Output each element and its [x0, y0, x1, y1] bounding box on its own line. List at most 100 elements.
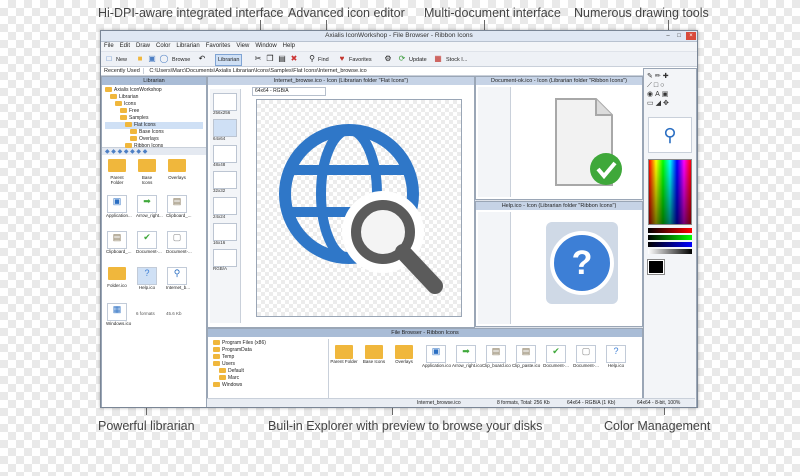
- settings-icon[interactable]: ⚙: [383, 54, 393, 64]
- list-item[interactable]: ? Help.ico: [602, 345, 630, 368]
- color-palette[interactable]: [648, 159, 692, 225]
- tree-item[interactable]: Program Files (x86): [213, 340, 325, 347]
- tree-item[interactable]: Marc: [213, 375, 325, 382]
- slider[interactable]: [648, 249, 692, 254]
- browse-button[interactable]: Browse: [169, 54, 193, 66]
- update-button[interactable]: Update: [406, 54, 430, 66]
- document-ok-icon: [555, 98, 622, 186]
- close-icon[interactable]: ×: [686, 32, 696, 40]
- format-thumb[interactable]: [213, 93, 237, 111]
- menu-draw[interactable]: Draw: [133, 42, 153, 51]
- list-item[interactable]: ▤ Clip_board.ico: [482, 345, 511, 368]
- tree-item[interactable]: Samples: [105, 115, 203, 122]
- status-size: 64x64 - RGB/A (1 Kb): [567, 400, 616, 406]
- tree-item[interactable]: Librarian: [105, 94, 203, 101]
- slider[interactable]: [648, 228, 692, 233]
- tree-item[interactable]: Base Icons: [105, 129, 203, 136]
- list-item[interactable]: Overlays: [166, 159, 188, 180]
- librarian-button[interactable]: Librarian: [215, 54, 243, 66]
- editing-canvas[interactable]: [256, 99, 462, 317]
- move-icon[interactable]: ✥: [663, 100, 671, 107]
- format-list: 256x256 64x64 48x48 32x32 24x24 16x16 RG…: [210, 89, 241, 323]
- open-folder-icon[interactable]: ■: [135, 54, 145, 64]
- internet-browse-icon: ⚲: [663, 125, 677, 145]
- tree-item[interactable]: Flat Icons: [105, 122, 203, 129]
- list-item[interactable]: Parent Folder: [330, 345, 358, 364]
- format-selector[interactable]: 64x64 - RGB/A: [252, 87, 326, 96]
- tree-item[interactable]: Overlays: [105, 136, 203, 143]
- ellipse-icon[interactable]: ○: [660, 82, 666, 89]
- menu-librarian[interactable]: Librarian: [173, 42, 202, 51]
- list-item[interactable]: ▣ Application...: [106, 195, 132, 218]
- list-item[interactable]: ▢ Document-...: [166, 231, 192, 254]
- list-item[interactable]: ➡ Arrow_right...: [136, 195, 163, 218]
- menu-edit[interactable]: Edit: [117, 42, 133, 51]
- list-item[interactable]: ➡ Arrow_right.ico: [452, 345, 482, 368]
- delete-icon[interactable]: ✖: [289, 54, 299, 64]
- menu-file[interactable]: File: [101, 42, 117, 51]
- new-button[interactable]: New: [113, 54, 130, 66]
- list-item[interactable]: ▤ Clipboard_...: [166, 195, 192, 218]
- list-item[interactable]: Folder.ico: [106, 267, 128, 288]
- list-item[interactable]: ? Help.ico: [136, 267, 158, 290]
- copy-icon[interactable]: ❐: [265, 54, 275, 64]
- list-item[interactable]: ▣ Application.ico: [422, 345, 451, 368]
- explorer-grid: Parent Folder Base Icons Overlays ▣ Appli…: [326, 341, 640, 389]
- tree-item[interactable]: Axialis IconWorkshop: [105, 87, 203, 94]
- format-thumb[interactable]: [213, 197, 237, 215]
- list-item[interactable]: Base Icons: [136, 159, 158, 185]
- list-item[interactable]: ✔ Document-...: [542, 345, 570, 368]
- slider[interactable]: [648, 235, 692, 240]
- undo-icon[interactable]: ↶: [197, 54, 207, 64]
- list-item[interactable]: ✔ Document-...: [136, 231, 162, 254]
- format-thumb[interactable]: [213, 249, 237, 267]
- cut-icon[interactable]: ✂: [253, 54, 263, 64]
- list-item[interactable]: Parent Folder: [106, 159, 128, 185]
- gradient-icon[interactable]: ◢: [656, 100, 663, 107]
- menu-favorites[interactable]: Favorites: [203, 42, 234, 51]
- text-icon[interactable]: A: [655, 91, 662, 98]
- list-item[interactable]: Overlays: [390, 345, 418, 364]
- tree-item[interactable]: Free: [105, 108, 203, 115]
- picker-icon[interactable]: ✚: [663, 73, 671, 80]
- recently-used-dropdown[interactable]: Recently Used: [101, 68, 144, 74]
- list-item[interactable]: ▢ Document-...: [572, 345, 600, 368]
- pencil-icon[interactable]: ✎: [647, 73, 655, 80]
- fill-icon[interactable]: ◉: [647, 91, 655, 98]
- tree-item[interactable]: Users: [213, 361, 325, 368]
- stock-button[interactable]: Stock I...: [443, 54, 470, 66]
- list-item[interactable]: ▤ Clipboard_...: [106, 231, 132, 254]
- menu-window[interactable]: Window: [252, 42, 279, 51]
- format-thumb[interactable]: [213, 119, 237, 137]
- list-item[interactable]: ⚲ Internet_b...: [166, 267, 190, 290]
- tree-item[interactable]: Windows: [213, 382, 325, 389]
- favorites-button[interactable]: Favorites: [346, 54, 375, 66]
- format-thumb[interactable]: [213, 145, 237, 163]
- path-field[interactable]: C:\Users\Marc\Documents\Axialis Libraria…: [145, 68, 366, 74]
- slider[interactable]: [648, 242, 692, 247]
- eraser-icon[interactable]: ▭: [647, 100, 656, 107]
- format-thumb[interactable]: [213, 223, 237, 241]
- paste-icon[interactable]: ▤: [277, 54, 287, 64]
- tree-item[interactable]: Icons: [105, 101, 203, 108]
- tree-item[interactable]: Default: [213, 368, 325, 375]
- browse-icon[interactable]: ◯: [159, 54, 169, 64]
- line-icon[interactable]: ⟋: [647, 82, 654, 89]
- select-icon[interactable]: ▣: [662, 91, 671, 98]
- minimize-icon[interactable]: –: [663, 32, 673, 40]
- stock-icon[interactable]: ▦: [433, 54, 443, 64]
- list-item[interactable]: ▤ Clip_paste.ico: [512, 345, 540, 368]
- save-icon[interactable]: ▣: [147, 54, 157, 64]
- menu-help[interactable]: Help: [280, 42, 298, 51]
- list-item[interactable]: ▦ Windows.ico: [106, 303, 131, 326]
- list-item[interactable]: Base Icons: [360, 345, 388, 364]
- menu-color[interactable]: Color: [153, 42, 173, 51]
- brush-icon[interactable]: ✏: [655, 73, 663, 80]
- find-button[interactable]: Find: [315, 54, 332, 66]
- current-color-swatch[interactable]: [647, 259, 665, 275]
- maximize-icon[interactable]: □: [674, 32, 684, 40]
- menu-view[interactable]: View: [233, 42, 252, 51]
- tree-item[interactable]: ProgramData: [213, 347, 325, 354]
- format-thumb[interactable]: [213, 171, 237, 189]
- tree-item[interactable]: Temp: [213, 354, 325, 361]
